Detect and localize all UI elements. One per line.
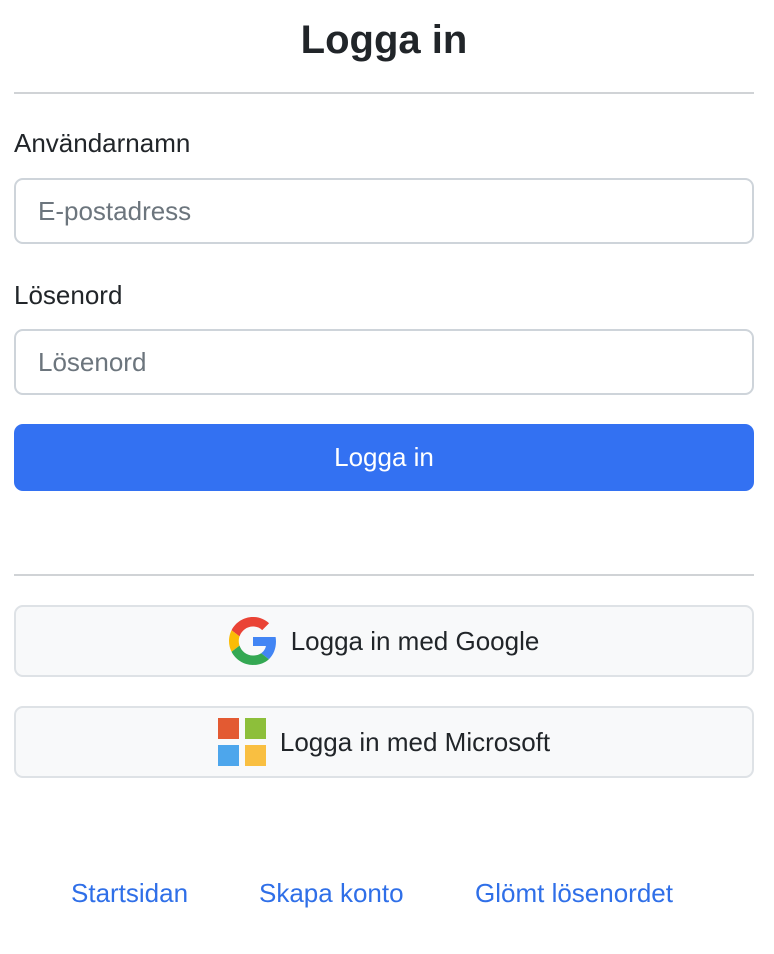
- forgot-password-link[interactable]: Glömt lösenordet: [475, 878, 673, 909]
- login-button[interactable]: Logga in: [14, 424, 754, 491]
- microsoft-icon: [217, 718, 266, 766]
- google-login-button[interactable]: Logga in med Google: [14, 605, 754, 677]
- google-login-label: Logga in med Google: [290, 625, 540, 656]
- page-title: Logga in: [300, 18, 468, 62]
- google-icon: [228, 617, 276, 665]
- username-label: Användarnamn: [14, 128, 191, 158]
- header-divider: [14, 92, 754, 94]
- microsoft-login-label: Logga in med Microsoft: [279, 726, 551, 757]
- password-input[interactable]: [14, 329, 754, 395]
- password-label: Lösenord: [14, 280, 123, 310]
- microsoft-login-button[interactable]: Logga in med Microsoft: [14, 706, 754, 778]
- login-page: Logga in Användarnamn Lösenord Logga in …: [14, 0, 754, 908]
- username-input[interactable]: [14, 178, 754, 244]
- sso-divider: [14, 574, 754, 576]
- home-link[interactable]: Startsidan: [71, 878, 188, 909]
- create-account-link[interactable]: Skapa konto: [259, 878, 404, 909]
